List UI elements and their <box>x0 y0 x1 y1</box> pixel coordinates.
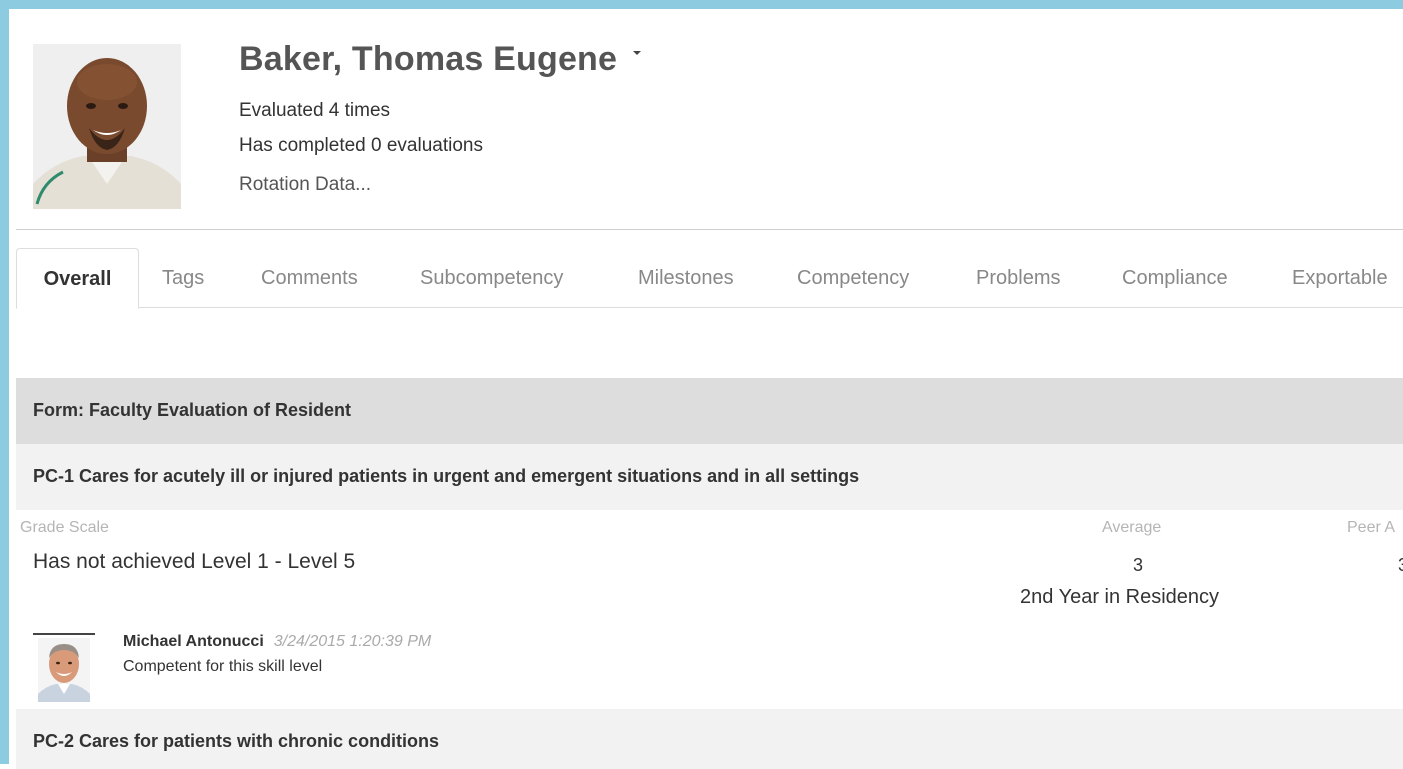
commenter-avatar <box>38 638 90 702</box>
evaluated-count: Evaluated 4 times <box>239 100 391 121</box>
form-title: Form: Faculty Evaluation of Resident <box>33 400 352 420</box>
average-value: 3 <box>1132 555 1143 575</box>
grade-scale-label: Grade Scale <box>20 519 109 536</box>
rotation-data-link[interactable]: Rotation Data... <box>239 174 371 196</box>
profile-name: Baker, Thomas Eugene <box>239 40 618 78</box>
tab-exportable[interactable]: Exportable <box>1292 248 1388 308</box>
tab-subcompetency[interactable]: Subcompetency <box>420 248 563 308</box>
item-title: PC-1 Cares for acutely ill or injured pa… <box>33 466 860 486</box>
profile-avatar <box>33 44 181 209</box>
tabs-baseline <box>16 307 1403 308</box>
tab-compliance[interactable]: Compliance <box>1122 248 1228 308</box>
item-header-pc2: PC-2 Cares for patients with chronic con… <box>16 709 1403 769</box>
tab-overall[interactable]: Overall <box>16 248 139 309</box>
comment-text: Competent for this skill level <box>123 658 323 675</box>
comment-divider <box>33 633 95 635</box>
profile-menu-caret-icon[interactable] <box>633 50 642 55</box>
window-frame-top <box>0 0 1403 9</box>
form-header: Form: Faculty Evaluation of Resident <box>16 378 1403 444</box>
header-divider <box>16 229 1403 230</box>
comment-author-line: Michael Antonucci 3/24/2015 1:20:39 PM <box>123 633 431 651</box>
window-frame-left <box>0 0 9 764</box>
tab-comments[interactable]: Comments <box>261 248 358 308</box>
residency-year: 2nd Year in Residency <box>1020 586 1220 608</box>
tab-tags[interactable]: Tags <box>162 248 204 308</box>
completed-count: Has completed 0 evaluations <box>239 135 483 156</box>
tab-milestones[interactable]: Milestones <box>638 248 734 308</box>
peer-average-label: Peer A <box>1347 519 1396 536</box>
item-header-pc1: PC-1 Cares for acutely ill or injured pa… <box>16 444 1403 510</box>
item-title: PC-2 Cares for patients with chronic con… <box>33 731 440 751</box>
peer-average-value: 3 <box>1398 555 1403 576</box>
average-label: Average <box>1102 519 1162 536</box>
tab-problems[interactable]: Problems <box>976 248 1060 308</box>
comment-timestamp: 3/24/2015 1:20:39 PM <box>273 633 432 650</box>
tab-bar: Overall Tags Comments Subcompetency Mile… <box>16 248 1403 309</box>
grade-scale-value: Has not achieved Level 1 - Level 5 <box>33 550 356 573</box>
tab-competency[interactable]: Competency <box>797 248 909 308</box>
comment-author: Michael Antonucci <box>123 633 264 650</box>
